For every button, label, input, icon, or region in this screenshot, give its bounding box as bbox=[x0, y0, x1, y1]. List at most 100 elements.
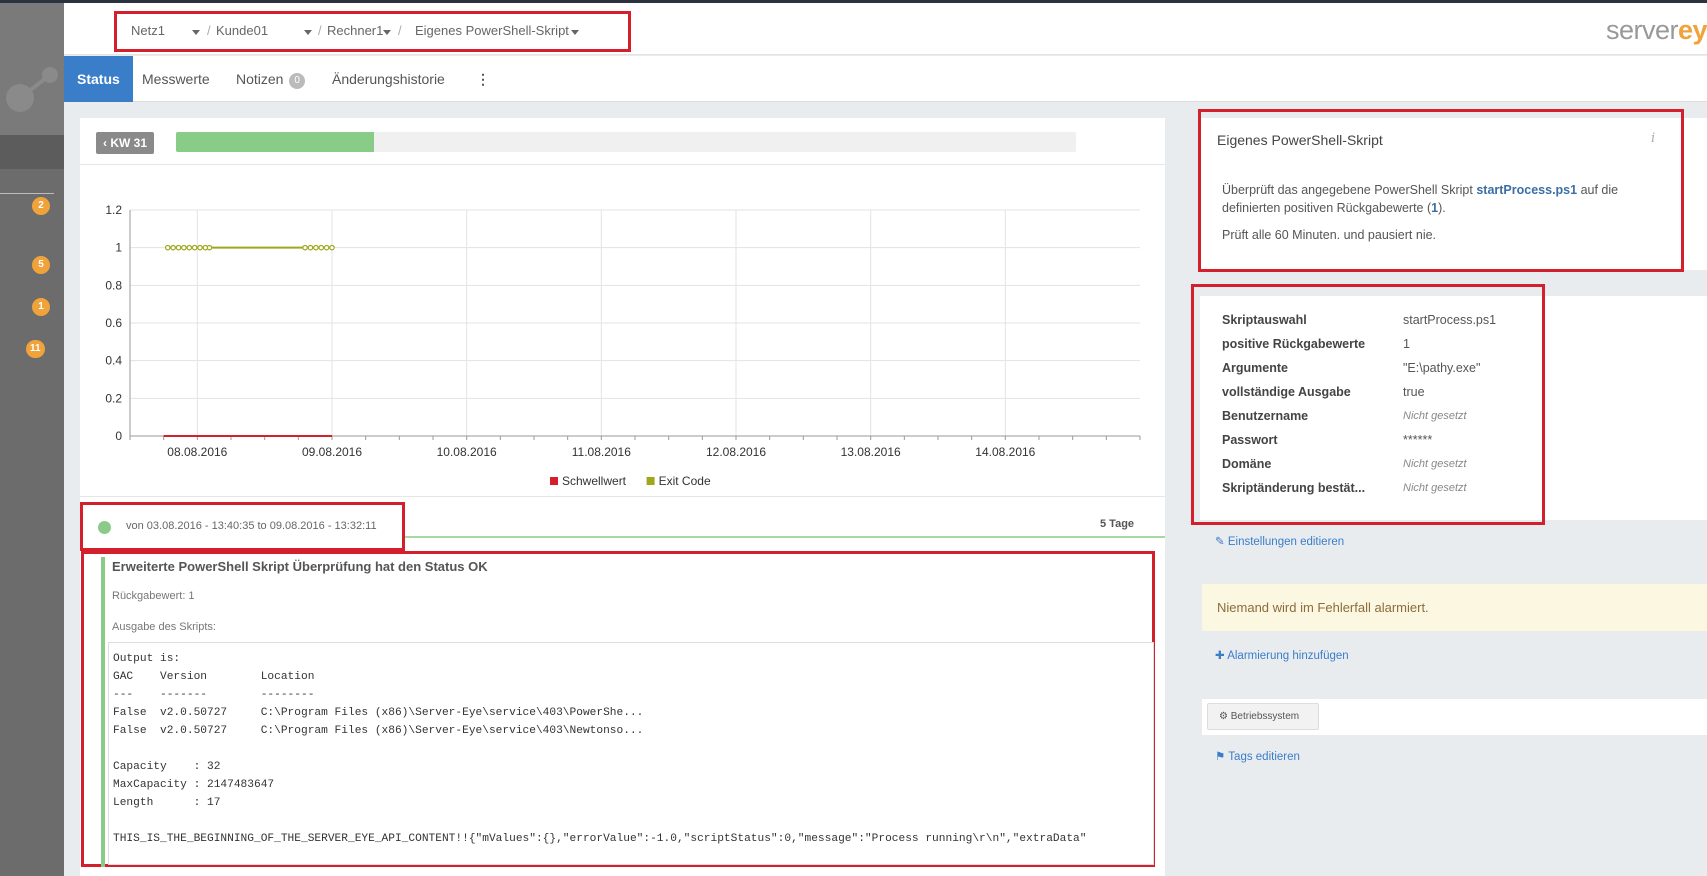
data-point bbox=[323, 244, 330, 251]
breadcrumb: Netz1 / Kunde01 / Rechner1 / Eigenes Pow… bbox=[114, 11, 631, 52]
setting-value: Nicht gesetzt bbox=[1403, 458, 1467, 470]
data-point bbox=[329, 244, 335, 251]
setting-key: positive Rückgabewerte bbox=[1222, 337, 1366, 351]
info-icon[interactable]: i bbox=[1651, 131, 1655, 146]
output-line: Capacity : 32 bbox=[113, 761, 221, 773]
breadcrumb-customer[interactable]: Kunde01 bbox=[216, 23, 268, 38]
week-progress-fill bbox=[176, 132, 374, 152]
script-output[interactable]: Output is: GAC Version Location --- ------… bbox=[108, 642, 1154, 865]
status-bar bbox=[101, 557, 105, 867]
setting-value: Nicht gesetzt bbox=[1403, 482, 1467, 494]
divider bbox=[80, 164, 1165, 165]
week-label: KW 31 bbox=[110, 136, 148, 150]
sidebar-badge[interactable]: 5 bbox=[32, 256, 50, 274]
tab-change-history[interactable]: Änderungshistorie bbox=[332, 56, 445, 102]
notes-count-badge: 0 bbox=[289, 73, 305, 89]
output-label: Ausgabe des Skripts: bbox=[112, 621, 216, 633]
output-line: False v2.0.50727 C:\Program Files (x86)\… bbox=[113, 707, 644, 719]
add-alert-link[interactable]: ✚ Alarmierung hinzufügen bbox=[1215, 648, 1349, 662]
setting-key: Benutzername bbox=[1222, 409, 1309, 423]
sidebar-badge[interactable]: 11 bbox=[26, 340, 45, 358]
chevron-down-icon[interactable] bbox=[304, 30, 312, 35]
sensor-title: Eigenes PowerShell-Skript bbox=[1217, 132, 1383, 148]
sensor-description: Überprüft das angegebene PowerShell Skri… bbox=[1222, 183, 1619, 215]
chevron-down-icon[interactable] bbox=[192, 30, 200, 35]
data-point bbox=[206, 244, 213, 251]
tab-measurements[interactable]: Messwerte bbox=[142, 56, 210, 102]
setting-value: startProcess.ps1 bbox=[1403, 313, 1497, 327]
sidebar-selected-item[interactable] bbox=[0, 135, 64, 169]
y-tick-label: 0.8 bbox=[105, 278, 122, 292]
edit-tags-link[interactable]: ⚑ Tags editieren bbox=[1215, 749, 1300, 763]
output-line: --- ------- -------- bbox=[113, 689, 315, 701]
status-line bbox=[405, 536, 1165, 538]
prev-week-button[interactable]: ‹ KW 31 bbox=[96, 132, 154, 154]
x-tick-label: 12.08.2016 bbox=[706, 445, 766, 459]
setting-key: Skriptauswahl bbox=[1222, 313, 1307, 327]
return-value: Rückgabewert: 1 bbox=[112, 590, 195, 602]
status-ok-dot bbox=[98, 521, 111, 534]
setting-key: vollständige Ausgabe bbox=[1222, 385, 1351, 399]
sidebar-divider bbox=[0, 193, 54, 194]
setting-value: 1 bbox=[1403, 337, 1410, 351]
output-line: THIS_IS_THE_BEGINNING_OF_THE_SERVER_EYE_… bbox=[113, 833, 1087, 845]
tab-bar: Status Messwerte Notizen 0 Änderungshist… bbox=[64, 56, 1707, 102]
data-point bbox=[186, 244, 193, 251]
data-point bbox=[191, 244, 198, 251]
week-progress-bar bbox=[176, 132, 1076, 152]
setting-key: Domäne bbox=[1222, 457, 1272, 471]
sidebar-badge[interactable]: 2 bbox=[32, 197, 50, 215]
legend-swatch bbox=[550, 477, 558, 485]
chevron-down-icon[interactable] bbox=[571, 30, 579, 35]
y-tick-label: 0.4 bbox=[105, 354, 122, 368]
exit-code-chart: 1.2 1 0.8 0.6 0.4 0.2 0 08.08.2016 09.08.2016 10.… bbox=[105, 203, 1141, 488]
period-range: von 03.08.2016 - 13:40:35 to 09.08.2016 … bbox=[126, 520, 377, 532]
legend-swatch bbox=[646, 477, 655, 485]
setting-key: Skriptänderung bestät... bbox=[1222, 481, 1366, 495]
edit-settings-link[interactable]: ✎ Einstellungen editieren bbox=[1215, 534, 1344, 548]
setting-key: Argumente bbox=[1222, 361, 1288, 375]
x-tick-label: 11.08.2016 bbox=[572, 445, 631, 459]
sensor-interval: Prüft alle 60 Minuten. und pausiert nie. bbox=[1222, 228, 1437, 242]
x-tick-label: 08.08.2016 bbox=[167, 445, 227, 459]
legend-label: Schwellwert bbox=[562, 474, 627, 488]
output-line: GAC Version Location bbox=[113, 671, 315, 683]
setting-key: Passwort bbox=[1222, 433, 1278, 447]
y-tick-label: 0.6 bbox=[105, 316, 122, 330]
data-point bbox=[181, 244, 187, 251]
setting-value: "E:\pathy.exe" bbox=[1403, 361, 1481, 375]
sidebar: 2 5 1 11 bbox=[0, 3, 64, 876]
breadcrumb-separator: / bbox=[398, 23, 402, 38]
x-tick-label: 10.08.2016 bbox=[437, 445, 497, 459]
divider bbox=[80, 496, 1165, 497]
x-tick-label: 14.08.2016 bbox=[975, 445, 1035, 459]
breadcrumb-network[interactable]: Netz1 bbox=[131, 23, 165, 38]
x-tick-label: 13.08.2016 bbox=[841, 445, 901, 459]
setting-value: ****** bbox=[1403, 433, 1433, 447]
tag-icon: ⚙ bbox=[1219, 711, 1228, 722]
breadcrumb-sensor[interactable]: Eigenes PowerShell-Skript bbox=[415, 23, 569, 38]
network-icon bbox=[6, 67, 58, 112]
setting-value: Nicht gesetzt bbox=[1403, 410, 1467, 422]
chevron-down-icon[interactable] bbox=[383, 30, 391, 35]
data-point bbox=[318, 244, 325, 251]
script-link[interactable]: startProcess.ps1 bbox=[1476, 183, 1577, 197]
sidebar-badge[interactable]: 1 bbox=[32, 298, 50, 316]
data-point bbox=[170, 244, 176, 251]
period-row[interactable]: von 03.08.2016 - 13:40:35 to 09.08.2016 … bbox=[80, 502, 405, 551]
y-tick-label: 1 bbox=[115, 241, 122, 255]
data-point bbox=[197, 244, 203, 251]
breadcrumb-separator: / bbox=[318, 23, 322, 38]
result-panel: Erweiterte PowerShell Skript Überprüfung… bbox=[81, 551, 1155, 867]
data-point bbox=[307, 244, 314, 251]
x-tick-label: 09.08.2016 bbox=[302, 445, 362, 459]
tag-os[interactable]: ⚙ Betriebssystem bbox=[1207, 703, 1319, 730]
data-point bbox=[313, 244, 319, 251]
header-bar: Netz1 / Kunde01 / Rechner1 / Eigenes Pow… bbox=[64, 3, 1707, 55]
breadcrumb-computer[interactable]: Rechner1 bbox=[327, 23, 383, 38]
brand-logo: serverey bbox=[1605, 15, 1707, 45]
tab-notes[interactable]: Notizen 0 bbox=[236, 56, 305, 102]
more-menu-icon[interactable]: ⋮ bbox=[476, 56, 490, 102]
tab-status[interactable]: Status bbox=[64, 56, 133, 102]
result-title: Erweiterte PowerShell Skript Überprüfung… bbox=[112, 559, 488, 574]
